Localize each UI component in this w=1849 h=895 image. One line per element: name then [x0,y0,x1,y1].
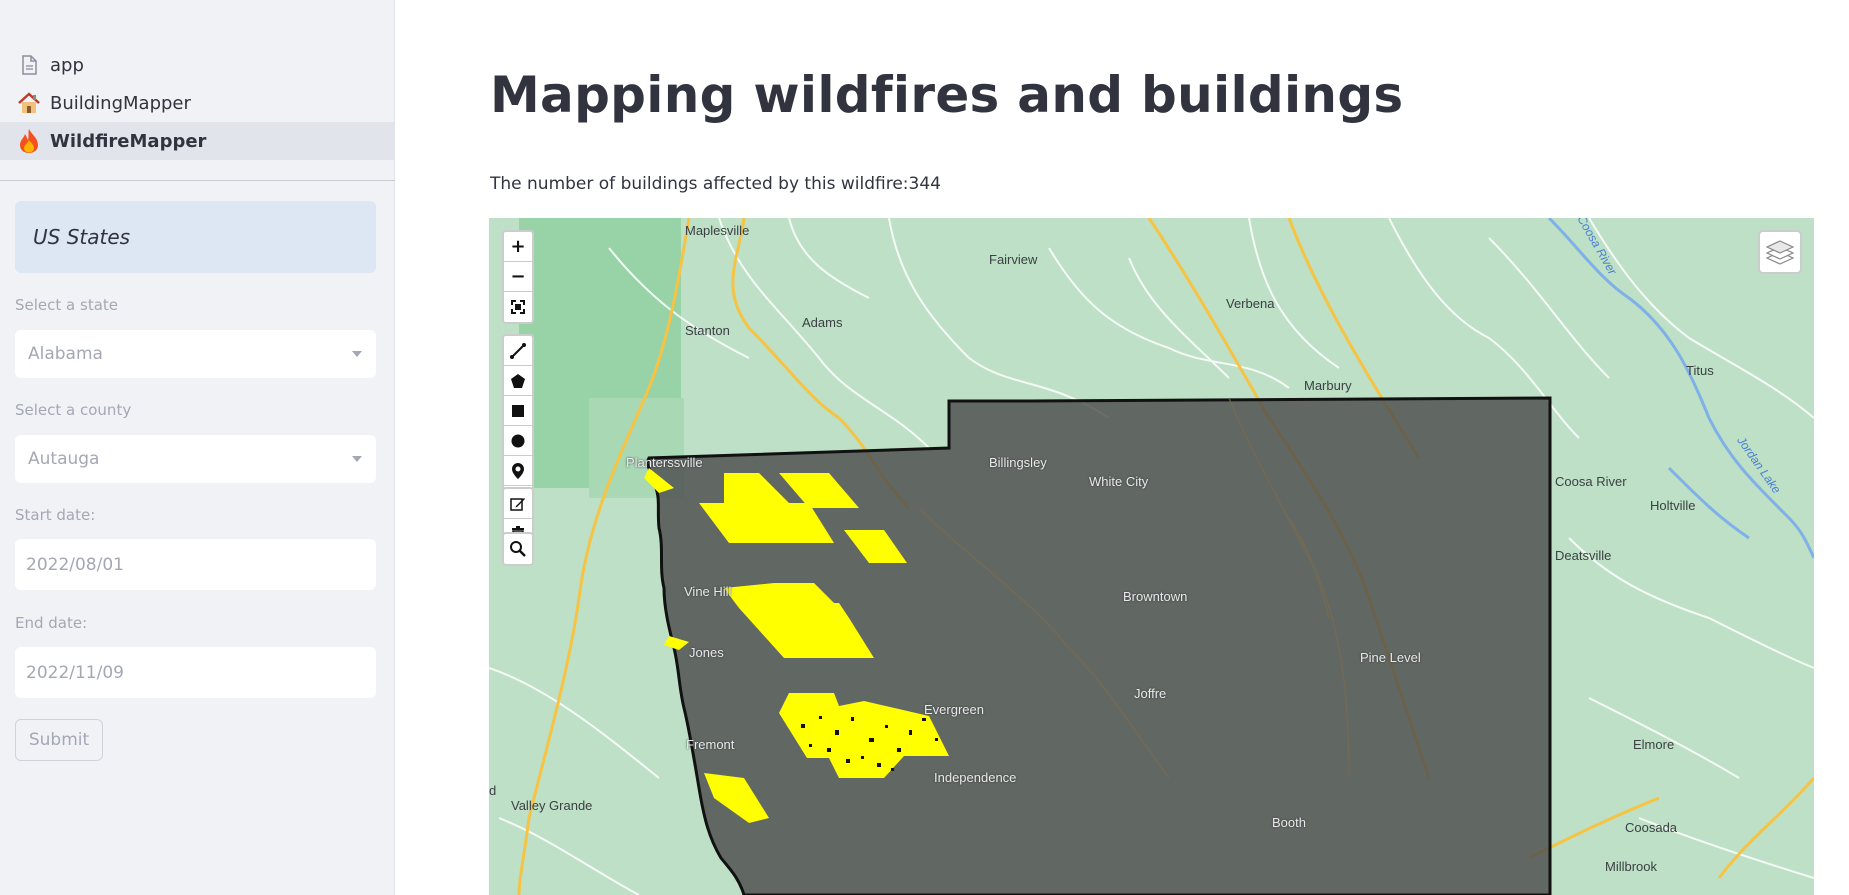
layers-control-button[interactable] [1758,230,1802,274]
page-title: Mapping wildfires and buildings [490,66,1404,124]
section-title: US States [33,225,131,249]
end-date-label: End date: [15,614,88,632]
draw-marker-button[interactable] [504,456,532,486]
map-label: Fairview [989,252,1038,267]
zoom-control: + − [502,230,534,324]
map-label: Fremont [686,737,735,752]
map-view[interactable]: Maplesville Fairview Verbena Stanton Ada… [489,218,1814,895]
house-icon [16,90,42,116]
zoom-out-button[interactable]: − [504,262,532,292]
map-label: Planterssville [626,455,703,470]
nav-item-wildfiremapper[interactable]: WildfireMapper [0,122,395,160]
draw-polygon-button[interactable] [504,366,532,396]
map-label: Millbrook [1605,859,1658,874]
map-label: Pine Level [1360,650,1421,665]
map-label: Vine Hill [684,584,732,599]
search-icon [510,541,526,557]
map-label: Maplesville [685,223,750,238]
nav-item-label: app [50,54,84,76]
submit-button[interactable]: Submit [15,719,103,761]
state-select[interactable]: Alabama [15,330,376,378]
map-label: Verbena [1226,296,1275,311]
map-label: Deatsville [1555,548,1612,563]
map-label: Adams [802,315,843,330]
state-select-value: Alabama [28,344,103,364]
end-date-input[interactable]: 2022/11/09 [15,647,376,698]
map-label: Holtville [1650,498,1696,513]
map-label: Billingsley [989,455,1047,470]
map-label: Joffre [1134,686,1167,701]
map-label: Elmore [1633,737,1675,752]
page-icon [16,52,42,78]
map-label: White City [1089,474,1149,489]
start-date-input[interactable]: 2022/08/01 [15,539,376,590]
county-label: Select a county [15,401,132,419]
polyline-icon [510,342,526,359]
layers-icon [1765,240,1795,265]
nav-divider [0,180,395,181]
map-label: Coosada [1625,820,1678,835]
map-basemap [489,218,1814,895]
draw-circle-button[interactable] [504,426,532,456]
draw-polyline-button[interactable] [504,336,532,366]
chevron-down-icon [352,456,362,462]
map-label: Titus [1686,363,1714,378]
map-label: Browntown [1123,589,1188,604]
map-search-button[interactable] [504,534,532,564]
map-label: Evergreen [924,702,984,717]
map-label: Stanton [685,323,730,338]
nav-item-app[interactable]: app [0,46,395,84]
edit-icon [510,497,525,511]
nav-item-label: BuildingMapper [50,92,191,114]
edit-layers-button[interactable] [504,489,532,519]
search-control [502,532,534,566]
section-header: US States [15,201,376,273]
county-select[interactable]: Autauga [15,435,376,483]
start-date-value: 2022/08/01 [26,554,124,575]
nav-item-label: WildfireMapper [50,130,207,152]
sidebar-nav: app BuildingMapper WildfireMapper [0,46,395,160]
map-label: Marbury [1304,378,1352,393]
sidebar: app BuildingMapper WildfireMapper US Sta… [0,0,395,895]
map-label: Coosa River [1555,474,1627,489]
fullscreen-icon [511,300,525,314]
fullscreen-button[interactable] [504,292,532,322]
app-root: app BuildingMapper WildfireMapper US Sta… [0,0,1849,895]
county-select-value: Autauga [28,449,100,469]
draw-rectangle-button[interactable] [504,396,532,426]
circle-icon [511,434,525,447]
map-label: Jones [689,645,724,660]
map-label: Valley Grande [511,798,593,813]
zoom-in-button[interactable]: + [504,232,532,262]
nav-item-buildingmapper[interactable]: BuildingMapper [0,84,395,122]
start-date-label: Start date: [15,506,96,524]
fire-icon [16,128,42,154]
map-label: Booth [1272,815,1306,830]
chevron-down-icon [352,351,362,357]
building-count-text: The number of buildings affected by this… [490,174,941,194]
polygon-icon [511,373,525,388]
state-label: Select a state [15,296,119,314]
marker-icon [512,462,524,479]
map-label: Independence [934,770,1017,785]
end-date-value: 2022/11/09 [26,662,124,683]
rectangle-icon [512,404,524,417]
map-label: d [489,783,497,798]
